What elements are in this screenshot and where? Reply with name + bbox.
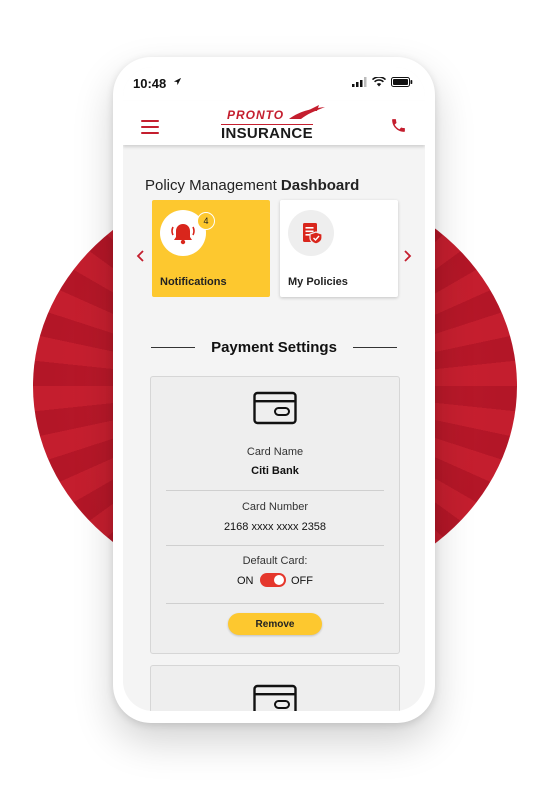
chevron-right-icon[interactable] bbox=[402, 250, 412, 262]
divider bbox=[166, 603, 384, 604]
status-time: 10:48 bbox=[133, 76, 167, 91]
divider bbox=[166, 545, 384, 546]
card-name-value: Citi Bank bbox=[251, 465, 299, 477]
policy-document-icon bbox=[303, 223, 323, 245]
tile-label: Notifications bbox=[160, 276, 227, 288]
notification-count-badge: 4 bbox=[197, 212, 215, 230]
payment-card: Card Name Citi Bank Card Number 2168 xxx… bbox=[150, 376, 400, 654]
heading-rule-right bbox=[353, 347, 397, 348]
chevron-left-icon[interactable] bbox=[136, 250, 146, 262]
toggle-on-label: ON bbox=[237, 575, 254, 587]
credit-card-icon bbox=[253, 684, 297, 711]
signal-icon bbox=[352, 77, 367, 87]
page-title-prefix: Policy Management bbox=[145, 177, 277, 194]
payment-settings-heading: Payment Settings bbox=[147, 337, 401, 357]
credit-card-icon bbox=[253, 391, 297, 425]
remove-card-button[interactable]: Remove bbox=[228, 613, 322, 635]
card-name-label: Card Name bbox=[246, 446, 304, 458]
phone-call-icon[interactable] bbox=[390, 117, 407, 134]
payment-card-second bbox=[150, 665, 400, 711]
app-header: PRONTO INSURANCE bbox=[123, 101, 425, 145]
tile-notifications[interactable]: 4 Notifications bbox=[152, 200, 270, 297]
phone-frame: 10:48 PRONTO INSURANCE Policy Management… bbox=[113, 57, 435, 723]
toggle-knob bbox=[274, 575, 284, 585]
tile-icon-circle bbox=[288, 210, 334, 256]
divider bbox=[166, 490, 384, 491]
tile-label: My Policies bbox=[288, 276, 348, 288]
logo-text-top: PRONTO bbox=[227, 108, 285, 122]
page-title-bold: Dashboard bbox=[280, 177, 360, 194]
page-title: Policy Management Dashboard bbox=[145, 177, 359, 194]
system-icons bbox=[352, 77, 413, 87]
pronto-insurance-logo: PRONTO INSURANCE bbox=[217, 105, 337, 143]
app-screen: 10:48 PRONTO INSURANCE Policy Management… bbox=[123, 67, 425, 711]
wifi-icon bbox=[372, 77, 386, 87]
status-bar: 10:48 bbox=[123, 67, 425, 101]
default-card-toggle[interactable] bbox=[260, 573, 286, 587]
default-card-label: Default Card: bbox=[242, 555, 308, 567]
battery-icon bbox=[391, 77, 413, 87]
logo-text-bottom: INSURANCE bbox=[221, 124, 313, 142]
hamburger-menu-icon[interactable] bbox=[141, 120, 159, 134]
toggle-off-label: OFF bbox=[291, 575, 313, 587]
tile-my-policies[interactable]: My Policies bbox=[280, 200, 398, 297]
logo-bird-icon bbox=[289, 105, 325, 119]
card-number-value: 2168 xxxx xxxx 2358 bbox=[223, 521, 327, 533]
default-card-toggle-row: ON OFF bbox=[151, 572, 399, 590]
card-number-label: Card Number bbox=[241, 501, 309, 513]
location-arrow-icon bbox=[173, 77, 182, 86]
